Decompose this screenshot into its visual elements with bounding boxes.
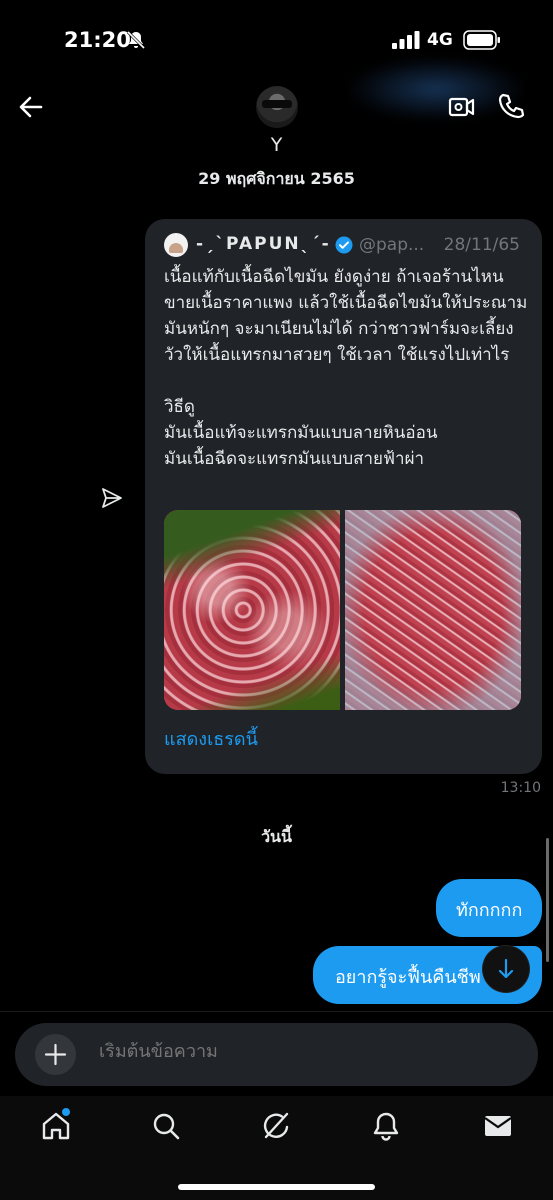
network-type: 4G: [427, 30, 453, 50]
notification-dot: [62, 1108, 70, 1116]
bottom-navigation: [0, 1096, 553, 1200]
scrollbar[interactable]: [546, 838, 549, 962]
message-input[interactable]: [99, 1041, 459, 1062]
tweet-date: 28/11/65: [443, 235, 520, 255]
tweet-author-name[interactable]: -ˏˋPAPUNˎˊ-: [196, 234, 331, 254]
battery-icon: [463, 30, 500, 50]
tweet-text: เนื้อแท้กับเนื้อฉีดไขมัน ยังดูง่าย ถ้าเจ…: [164, 267, 528, 469]
search-icon[interactable]: [150, 1110, 182, 1142]
beef-photo-injected: [345, 510, 521, 710]
message-composer: [15, 1023, 538, 1086]
today-separator: วันนี้: [261, 827, 292, 846]
date-separator: 29 พฤศจิกายน 2565: [198, 169, 355, 188]
send-icon[interactable]: [100, 486, 124, 510]
signal-icon: [392, 31, 420, 49]
plus-icon: [44, 1043, 67, 1066]
shared-tweet-card[interactable]: -ˏˋPAPUNˎˊ- @pap... 28/11/65 เนื้อแท้กับ…: [145, 219, 542, 774]
status-time: 21:20: [64, 28, 131, 52]
add-media-button[interactable]: [35, 1034, 76, 1075]
tweet-image-injected-beef[interactable]: [345, 510, 521, 710]
tweet-author-handle: @pap...: [359, 235, 425, 255]
tweet-author-avatar[interactable]: [164, 233, 188, 257]
back-arrow-icon[interactable]: [16, 92, 46, 122]
contact-avatar[interactable]: [256, 86, 298, 128]
video-call-icon[interactable]: [448, 94, 476, 120]
bell-icon[interactable]: [370, 1110, 402, 1142]
home-indicator[interactable]: [178, 1184, 375, 1190]
bell-off-icon: [126, 30, 146, 50]
composer-area: [0, 1011, 553, 1095]
avatar-blindfold: [262, 100, 292, 108]
show-thread-link[interactable]: แสดงเธรดนี้: [164, 724, 258, 753]
chat-header: Y: [0, 58, 553, 170]
voice-icon[interactable]: [490, 1041, 516, 1067]
beef-photo-greens: [164, 510, 340, 710]
arrow-down-icon: [498, 958, 514, 979]
mail-icon[interactable]: [482, 1110, 514, 1142]
sent-message-bubble[interactable]: ทักกกกก: [436, 879, 542, 937]
scroll-to-bottom-button[interactable]: [483, 946, 529, 992]
verified-badge-icon: [335, 236, 353, 254]
message-timestamp: 13:10: [500, 780, 541, 796]
tweet-image-marbled-beef[interactable]: [164, 510, 340, 710]
phone-icon[interactable]: [497, 92, 525, 120]
contact-name[interactable]: Y: [0, 134, 553, 156]
grok-icon[interactable]: [260, 1110, 292, 1142]
